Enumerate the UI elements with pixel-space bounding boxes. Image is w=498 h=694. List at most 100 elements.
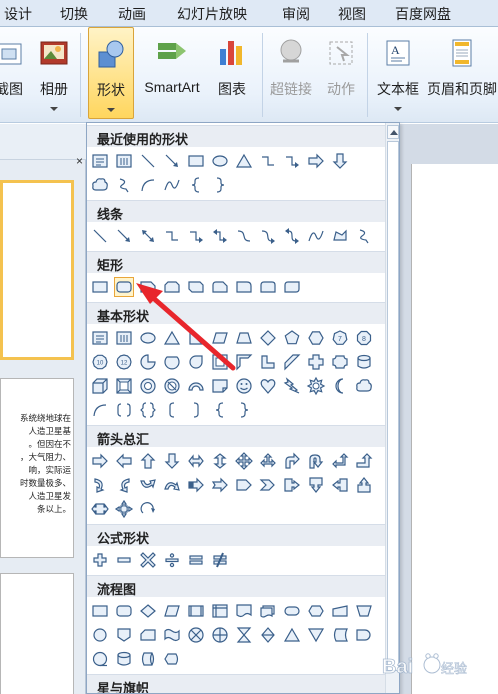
rectangle-shape-icon[interactable] xyxy=(90,277,110,297)
double-bracket-shape-icon[interactable] xyxy=(114,400,134,420)
terminator-shape-icon[interactable] xyxy=(282,601,302,621)
sequential-access-shape-icon[interactable] xyxy=(90,649,110,669)
right-arrow-callout-shape-icon[interactable] xyxy=(282,475,302,495)
curve-shape-icon[interactable] xyxy=(162,175,182,195)
curved-left-arrow-shape-icon[interactable] xyxy=(114,475,134,495)
parallelogram-shape-icon[interactable] xyxy=(210,328,230,348)
left-bracket-shape-icon[interactable] xyxy=(162,400,182,420)
elbow-double-arrow-shape-icon[interactable] xyxy=(210,226,230,246)
double-brace-shape-icon[interactable] xyxy=(138,400,158,420)
bent-arrow-shape-icon[interactable] xyxy=(282,451,302,471)
vertical-text-shape-icon[interactable] xyxy=(114,151,134,171)
frame-shape-icon[interactable] xyxy=(210,352,230,372)
pentagon-arrow-shape-icon[interactable] xyxy=(234,475,254,495)
curved-up-arrow-shape-icon[interactable] xyxy=(138,475,158,495)
connector-shape-icon[interactable] xyxy=(90,625,110,645)
isosceles-triangle-shape-icon[interactable] xyxy=(162,328,182,348)
freeform-scribble-shape-icon[interactable] xyxy=(114,175,134,195)
lightning-bolt-shape-icon[interactable] xyxy=(282,376,302,396)
quad-arrow-shape-icon[interactable] xyxy=(234,451,254,471)
half-frame-shape-icon[interactable] xyxy=(234,352,254,372)
left-right-up-arrow-shape-icon[interactable] xyxy=(258,451,278,471)
elbow-arrow-connector-shape-icon[interactable] xyxy=(282,151,302,171)
pentagon-shape-icon[interactable] xyxy=(282,328,302,348)
slide-thumbnail[interactable]: 系统绕地球在 人造卫星基 。但因在不 ，大气阻力、 响，实际运 时数量极多、 人… xyxy=(0,378,74,558)
pie-shape-icon[interactable] xyxy=(138,352,158,372)
merge-shape-icon[interactable] xyxy=(306,625,326,645)
not-equal-shape-icon[interactable] xyxy=(210,550,230,570)
textbox-button[interactable]: A 文本框 xyxy=(372,27,424,119)
left-arrow-callout-shape-icon[interactable] xyxy=(330,475,350,495)
sort-shape-icon[interactable] xyxy=(258,625,278,645)
multiply-shape-icon[interactable] xyxy=(138,550,158,570)
heart-shape-icon[interactable] xyxy=(258,376,278,396)
left-up-arrow-shape-icon[interactable] xyxy=(330,451,350,471)
curve-shape-icon[interactable] xyxy=(306,226,326,246)
internal-storage-shape-icon[interactable] xyxy=(210,601,230,621)
vertical-text-shape-icon[interactable] xyxy=(114,328,134,348)
dodecagon-shape-icon[interactable]: 12 xyxy=(114,352,134,372)
slide[interactable] xyxy=(411,164,498,694)
alternate-process-shape-icon[interactable] xyxy=(114,601,134,621)
preparation-shape-icon[interactable] xyxy=(306,601,326,621)
round-same-side-shape-icon[interactable] xyxy=(258,277,278,297)
tab-review[interactable]: 审阅 xyxy=(282,4,310,24)
scroll-up-button[interactable] xyxy=(387,125,399,139)
circular-arrow-shape-icon[interactable] xyxy=(138,499,158,519)
arrow-line-shape-icon[interactable] xyxy=(114,226,134,246)
text-box-shape-icon[interactable] xyxy=(90,151,110,171)
up-arrow-callout-shape-icon[interactable] xyxy=(354,475,374,495)
extract-shape-icon[interactable] xyxy=(282,625,302,645)
scribble-shape-icon[interactable] xyxy=(354,226,374,246)
equal-shape-icon[interactable] xyxy=(186,550,206,570)
right-triangle-shape-icon[interactable] xyxy=(186,328,206,348)
up-down-arrow-shape-icon[interactable] xyxy=(210,451,230,471)
tab-slide-show[interactable]: 幻灯片放映 xyxy=(177,4,247,24)
data-shape-icon[interactable] xyxy=(162,601,182,621)
action-button[interactable]: 动作 xyxy=(322,27,360,119)
bevel-shape-icon[interactable] xyxy=(114,376,134,396)
right-bracket-shape-icon[interactable] xyxy=(186,400,206,420)
curved-arrow-connector-shape-icon[interactable] xyxy=(258,226,278,246)
heptagon-shape-icon[interactable]: 7 xyxy=(330,328,350,348)
chevron-shape-icon[interactable] xyxy=(258,475,278,495)
round-diagonal-shape-icon[interactable] xyxy=(282,277,302,297)
bent-up-arrow-shape-icon[interactable] xyxy=(354,451,374,471)
screenshot-button[interactable]: 截图 xyxy=(0,27,32,119)
round-single-corner-shape-icon[interactable] xyxy=(234,277,254,297)
tab-view[interactable]: 视图 xyxy=(338,4,366,24)
curved-double-arrow-shape-icon[interactable] xyxy=(282,226,302,246)
photo-album-button[interactable]: 相册 xyxy=(34,27,74,119)
arc-shape-icon[interactable] xyxy=(138,175,158,195)
snip-diagonal-shape-icon[interactable] xyxy=(186,277,206,297)
close-icon[interactable]: × xyxy=(76,154,83,168)
document-shape-icon[interactable] xyxy=(234,601,254,621)
manual-operation-shape-icon[interactable] xyxy=(354,601,374,621)
right-arrow-shape-icon[interactable] xyxy=(306,151,326,171)
direct-access-shape-icon[interactable] xyxy=(138,649,158,669)
snip-same-side-shape-icon[interactable] xyxy=(162,277,182,297)
curved-right-arrow-shape-icon[interactable] xyxy=(90,475,110,495)
can-shape-icon[interactable] xyxy=(354,352,374,372)
curved-down-arrow-shape-icon[interactable] xyxy=(162,475,182,495)
process-shape-icon[interactable] xyxy=(90,601,110,621)
diamond-shape-icon[interactable] xyxy=(258,328,278,348)
notched-right-arrow-shape-icon[interactable] xyxy=(210,475,230,495)
freeform-shape-icon[interactable] xyxy=(330,226,350,246)
off-page-connector-shape-icon[interactable] xyxy=(114,625,134,645)
octagon-shape-icon[interactable]: 8 xyxy=(354,328,374,348)
moon-shape-icon[interactable] xyxy=(330,376,350,396)
trapezoid-shape-icon[interactable] xyxy=(234,328,254,348)
triangle-shape-icon[interactable] xyxy=(234,151,254,171)
l-shape-shape-icon[interactable] xyxy=(258,352,278,372)
right-arrow-shape-icon[interactable] xyxy=(90,451,110,471)
text-box-shape-icon[interactable] xyxy=(90,328,110,348)
plus-shape-icon[interactable] xyxy=(90,550,110,570)
arrow-line-shape-icon[interactable] xyxy=(162,151,182,171)
left-arrow-shape-icon[interactable] xyxy=(114,451,134,471)
minus-shape-icon[interactable] xyxy=(114,550,134,570)
display-shape-icon[interactable] xyxy=(162,649,182,669)
block-arc-shape-icon[interactable] xyxy=(186,376,206,396)
snip-round-single-shape-icon[interactable] xyxy=(210,277,230,297)
manual-input-shape-icon[interactable] xyxy=(330,601,350,621)
